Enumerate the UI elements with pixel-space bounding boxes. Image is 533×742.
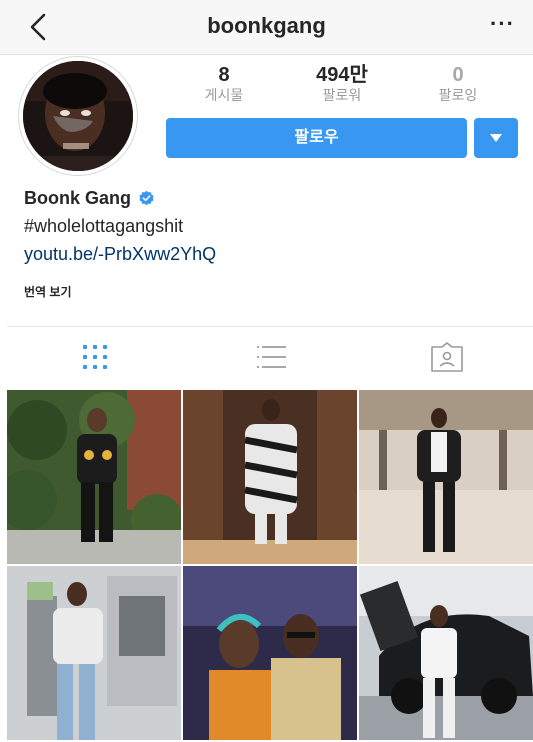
stat-posts[interactable]: 8 게시물 <box>174 64 274 104</box>
stat-value: 0 <box>452 64 464 86</box>
post-image <box>7 566 181 740</box>
tab-list[interactable] <box>251 341 291 373</box>
avatar-image <box>23 61 133 171</box>
stat-followers[interactable]: 494만 팔로워 <box>292 64 392 104</box>
page-title: boonkgang <box>207 13 326 38</box>
follow-button[interactable]: 팔로우 <box>166 118 467 158</box>
profile-link[interactable]: youtu.be/-PrbXww2YhQ <box>24 244 216 265</box>
tagged-user-icon <box>431 342 463 372</box>
profile-name-row: Boonk Gang <box>24 188 155 209</box>
profile-view-tabs <box>7 326 533 388</box>
top-nav-bar: boonkgang ··· <box>0 0 533 55</box>
post-image <box>359 390 533 564</box>
avatar-ring[interactable] <box>18 56 138 176</box>
profile-bio: #wholelottagangshit <box>24 216 184 236</box>
photo-post[interactable] <box>7 390 181 564</box>
tab-tagged[interactable] <box>427 341 467 373</box>
stat-value: 494만 <box>316 64 368 86</box>
post-image <box>7 390 181 564</box>
verified-badge-icon <box>138 190 155 207</box>
post-image <box>183 390 357 564</box>
profile-name: Boonk Gang <box>24 188 131 208</box>
stat-label: 팔로잉 <box>438 87 478 103</box>
post-image <box>359 566 533 740</box>
grid-icon <box>83 345 107 369</box>
stat-value: 8 <box>218 64 230 86</box>
list-icon <box>257 346 286 368</box>
photo-post[interactable] <box>183 390 357 564</box>
photo-post[interactable] <box>7 566 181 740</box>
caret-down-icon <box>490 134 502 142</box>
post-image <box>183 566 357 740</box>
stat-label: 팔로워 <box>322 87 362 103</box>
tab-grid[interactable] <box>75 341 115 373</box>
translate-link[interactable]: 번역 보기 <box>24 283 72 300</box>
photo-post[interactable] <box>359 566 533 740</box>
profile-stats: 8 게시물 494만 팔로워 0 팔로잉 <box>166 64 518 112</box>
stat-following[interactable]: 0 팔로잉 <box>408 64 508 104</box>
photo-post[interactable] <box>183 566 357 740</box>
photo-grid <box>7 390 533 742</box>
photo-post[interactable] <box>359 390 533 564</box>
stat-label: 게시물 <box>204 87 244 103</box>
suggested-accounts-dropdown-button[interactable] <box>474 118 518 158</box>
avatar[interactable] <box>23 61 133 171</box>
more-options-button[interactable]: ··· <box>490 13 515 35</box>
